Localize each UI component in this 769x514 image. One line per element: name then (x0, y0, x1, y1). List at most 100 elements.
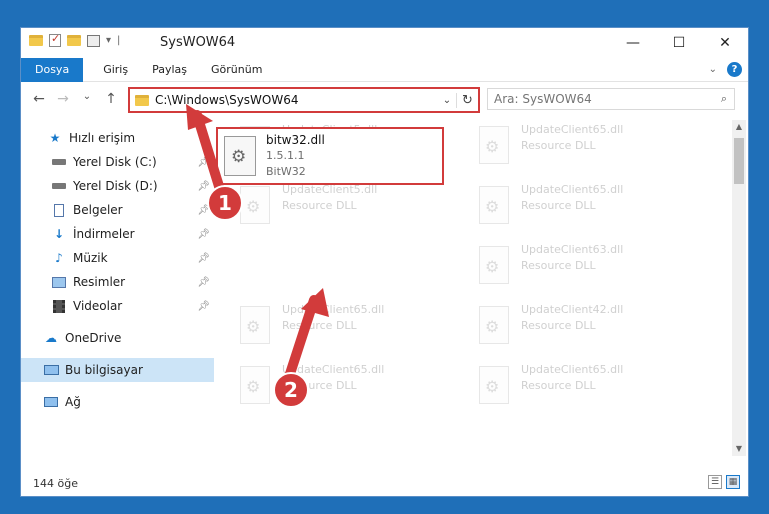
file-type: Resource DLL (282, 319, 357, 332)
search-box[interactable]: ⌕ (487, 88, 735, 110)
file-item[interactable]: UpdateClient65.dll Resource DLL (479, 360, 699, 410)
step-badge-1: 1 (207, 185, 243, 221)
dll-file-icon (479, 366, 509, 404)
file-name: UpdateClient65.dll (521, 123, 624, 136)
file-type: Resource DLL (521, 379, 596, 392)
minimize-button[interactable]: — (610, 28, 656, 58)
sidebar-item-drive-c[interactable]: Yerel Disk (C:) 📌︎ (21, 150, 214, 174)
tab-home[interactable]: Giriş (91, 58, 140, 82)
pin-icon[interactable]: 📌︎ (197, 301, 210, 312)
view-options-icon[interactable] (87, 34, 100, 47)
title-bar: ▾ | SysWOW64 — ☐ ✕ (21, 28, 748, 58)
music-icon: ♪ (55, 251, 63, 265)
dll-file-icon (479, 126, 509, 164)
ribbon-tabs: Dosya Giriş Paylaş Görünüm ⌄ ? (21, 57, 748, 82)
pin-icon[interactable]: 📌︎ (197, 157, 210, 168)
folder-icon (29, 35, 43, 46)
network-icon (43, 395, 59, 409)
file-type: Resource DLL (282, 199, 357, 212)
file-item[interactable]: UpdateClient65.dll Resource DLL (240, 300, 460, 350)
file-item[interactable]: UpdateClient65.dll Resource DLL (479, 180, 699, 230)
pin-icon[interactable]: 📌︎ (197, 181, 210, 192)
file-item[interactable]: UpdateClient65.dll Resource DLL (479, 120, 699, 170)
videos-icon (51, 299, 67, 313)
details-view-icon[interactable]: ☰ (708, 475, 722, 489)
refresh-icon[interactable]: ↻ (456, 92, 478, 108)
vertical-scrollbar[interactable]: ▲ ▼ (732, 120, 746, 456)
tab-file[interactable]: Dosya (21, 57, 84, 82)
file-name: UpdateClient65.dll (521, 183, 624, 196)
sidebar-item-music[interactable]: ♪ Müzik 📌︎ (21, 246, 214, 270)
sidebar-item-label: Müzik (73, 251, 108, 265)
star-icon: ★ (49, 131, 61, 145)
scroll-up-icon[interactable]: ▲ (732, 120, 746, 134)
file-item[interactable]: UpdateClient5.dllResource DLL (240, 180, 460, 230)
file-name: UpdateClient65.dll (521, 363, 624, 376)
step-badge-2: 2 (273, 372, 309, 408)
file-type: Resource DLL (521, 139, 596, 152)
up-button[interactable]: ↑ (101, 91, 121, 107)
quick-access-toolbar: ▾ | (29, 32, 121, 47)
highlighted-file-item[interactable]: bitw32.dll 1.5.1.1 BitW32 (216, 127, 444, 185)
search-input[interactable] (494, 92, 714, 106)
address-bar[interactable]: C:\Windows\SysWOW64 ⌄ ↻ (128, 87, 480, 113)
dll-file-icon (240, 366, 270, 404)
maximize-button[interactable]: ☐ (656, 28, 702, 58)
sidebar-item-downloads[interactable]: ↓ İndirmeler 📌︎ (21, 222, 214, 246)
tab-share[interactable]: Paylaş (140, 58, 199, 82)
tiles-view-icon[interactable]: ▦ (726, 475, 740, 489)
expand-ribbon-icon[interactable]: ⌄ (709, 64, 717, 75)
navigation-pane: ★ Hızlı erişim Yerel Disk (C:) 📌︎ Yerel … (21, 120, 214, 460)
sidebar-item-quick-access[interactable]: ★ Hızlı erişim (21, 126, 214, 150)
close-button[interactable]: ✕ (702, 28, 748, 58)
new-folder-icon[interactable] (67, 35, 81, 46)
address-dropdown-icon[interactable]: ⌄ (438, 95, 456, 106)
forward-button[interactable]: → (53, 91, 73, 107)
documents-icon (51, 203, 67, 217)
back-button[interactable]: ← (29, 91, 49, 107)
file-description: BitW32 (266, 165, 306, 178)
scroll-down-icon[interactable]: ▼ (732, 442, 746, 456)
sidebar-item-label: Videolar (73, 299, 123, 313)
address-path[interactable]: C:\Windows\SysWOW64 (155, 93, 438, 107)
qat-separator: | (117, 35, 121, 46)
search-icon[interactable]: ⌕ (714, 92, 734, 106)
tab-view[interactable]: Görünüm (199, 58, 274, 82)
sidebar-item-pictures[interactable]: Resimler 📌︎ (21, 270, 214, 294)
sidebar-item-label: İndirmeler (73, 227, 135, 241)
sidebar-item-network[interactable]: Ağ (21, 390, 214, 414)
file-item[interactable]: UpdateClient63.dll Resource DLL (479, 240, 699, 290)
pin-icon[interactable]: 📌︎ (197, 253, 210, 264)
file-type: Resource DLL (521, 319, 596, 332)
sidebar-item-label: Yerel Disk (C:) (73, 155, 157, 169)
computer-icon (43, 363, 59, 377)
sidebar-item-drive-d[interactable]: Yerel Disk (D:) 📌︎ (21, 174, 214, 198)
file-name: UpdateClient42.dll (521, 303, 624, 316)
sidebar-item-this-pc[interactable]: Bu bilgisayar (21, 358, 214, 382)
sidebar-item-videos[interactable]: Videolar 📌︎ (21, 294, 214, 318)
sidebar-item-label: Belgeler (73, 203, 123, 217)
cloud-icon: ☁ (45, 331, 57, 345)
dll-file-icon (479, 246, 509, 284)
pin-icon[interactable]: 📌︎ (197, 229, 210, 240)
sidebar-item-label: Bu bilgisayar (65, 363, 143, 377)
window-title: SysWOW64 (160, 35, 236, 50)
sidebar-item-label: OneDrive (65, 331, 122, 345)
sidebar-item-onedrive[interactable]: ☁ OneDrive (21, 326, 214, 350)
recent-locations-button[interactable]: ⌄ (77, 91, 97, 107)
customize-dropdown-icon[interactable]: ▾ (106, 35, 111, 46)
pin-icon[interactable]: 📌︎ (197, 277, 210, 288)
help-icon[interactable]: ? (727, 62, 742, 77)
folder-icon (135, 94, 149, 106)
sidebar-item-label: Resimler (73, 275, 126, 289)
dll-file-icon (224, 136, 256, 176)
file-item[interactable]: UpdateClient42.dll Resource DLL (479, 300, 699, 350)
file-type: Resource DLL (521, 259, 596, 272)
file-type: Resource DLL (521, 199, 596, 212)
sidebar-item-documents[interactable]: Belgeler 📌︎ (21, 198, 214, 222)
scroll-thumb[interactable] (734, 138, 744, 184)
drive-icon (51, 155, 67, 169)
sidebar-item-label: Yerel Disk (D:) (73, 179, 158, 193)
properties-check-icon[interactable] (49, 32, 61, 47)
dll-file-icon (479, 186, 509, 224)
